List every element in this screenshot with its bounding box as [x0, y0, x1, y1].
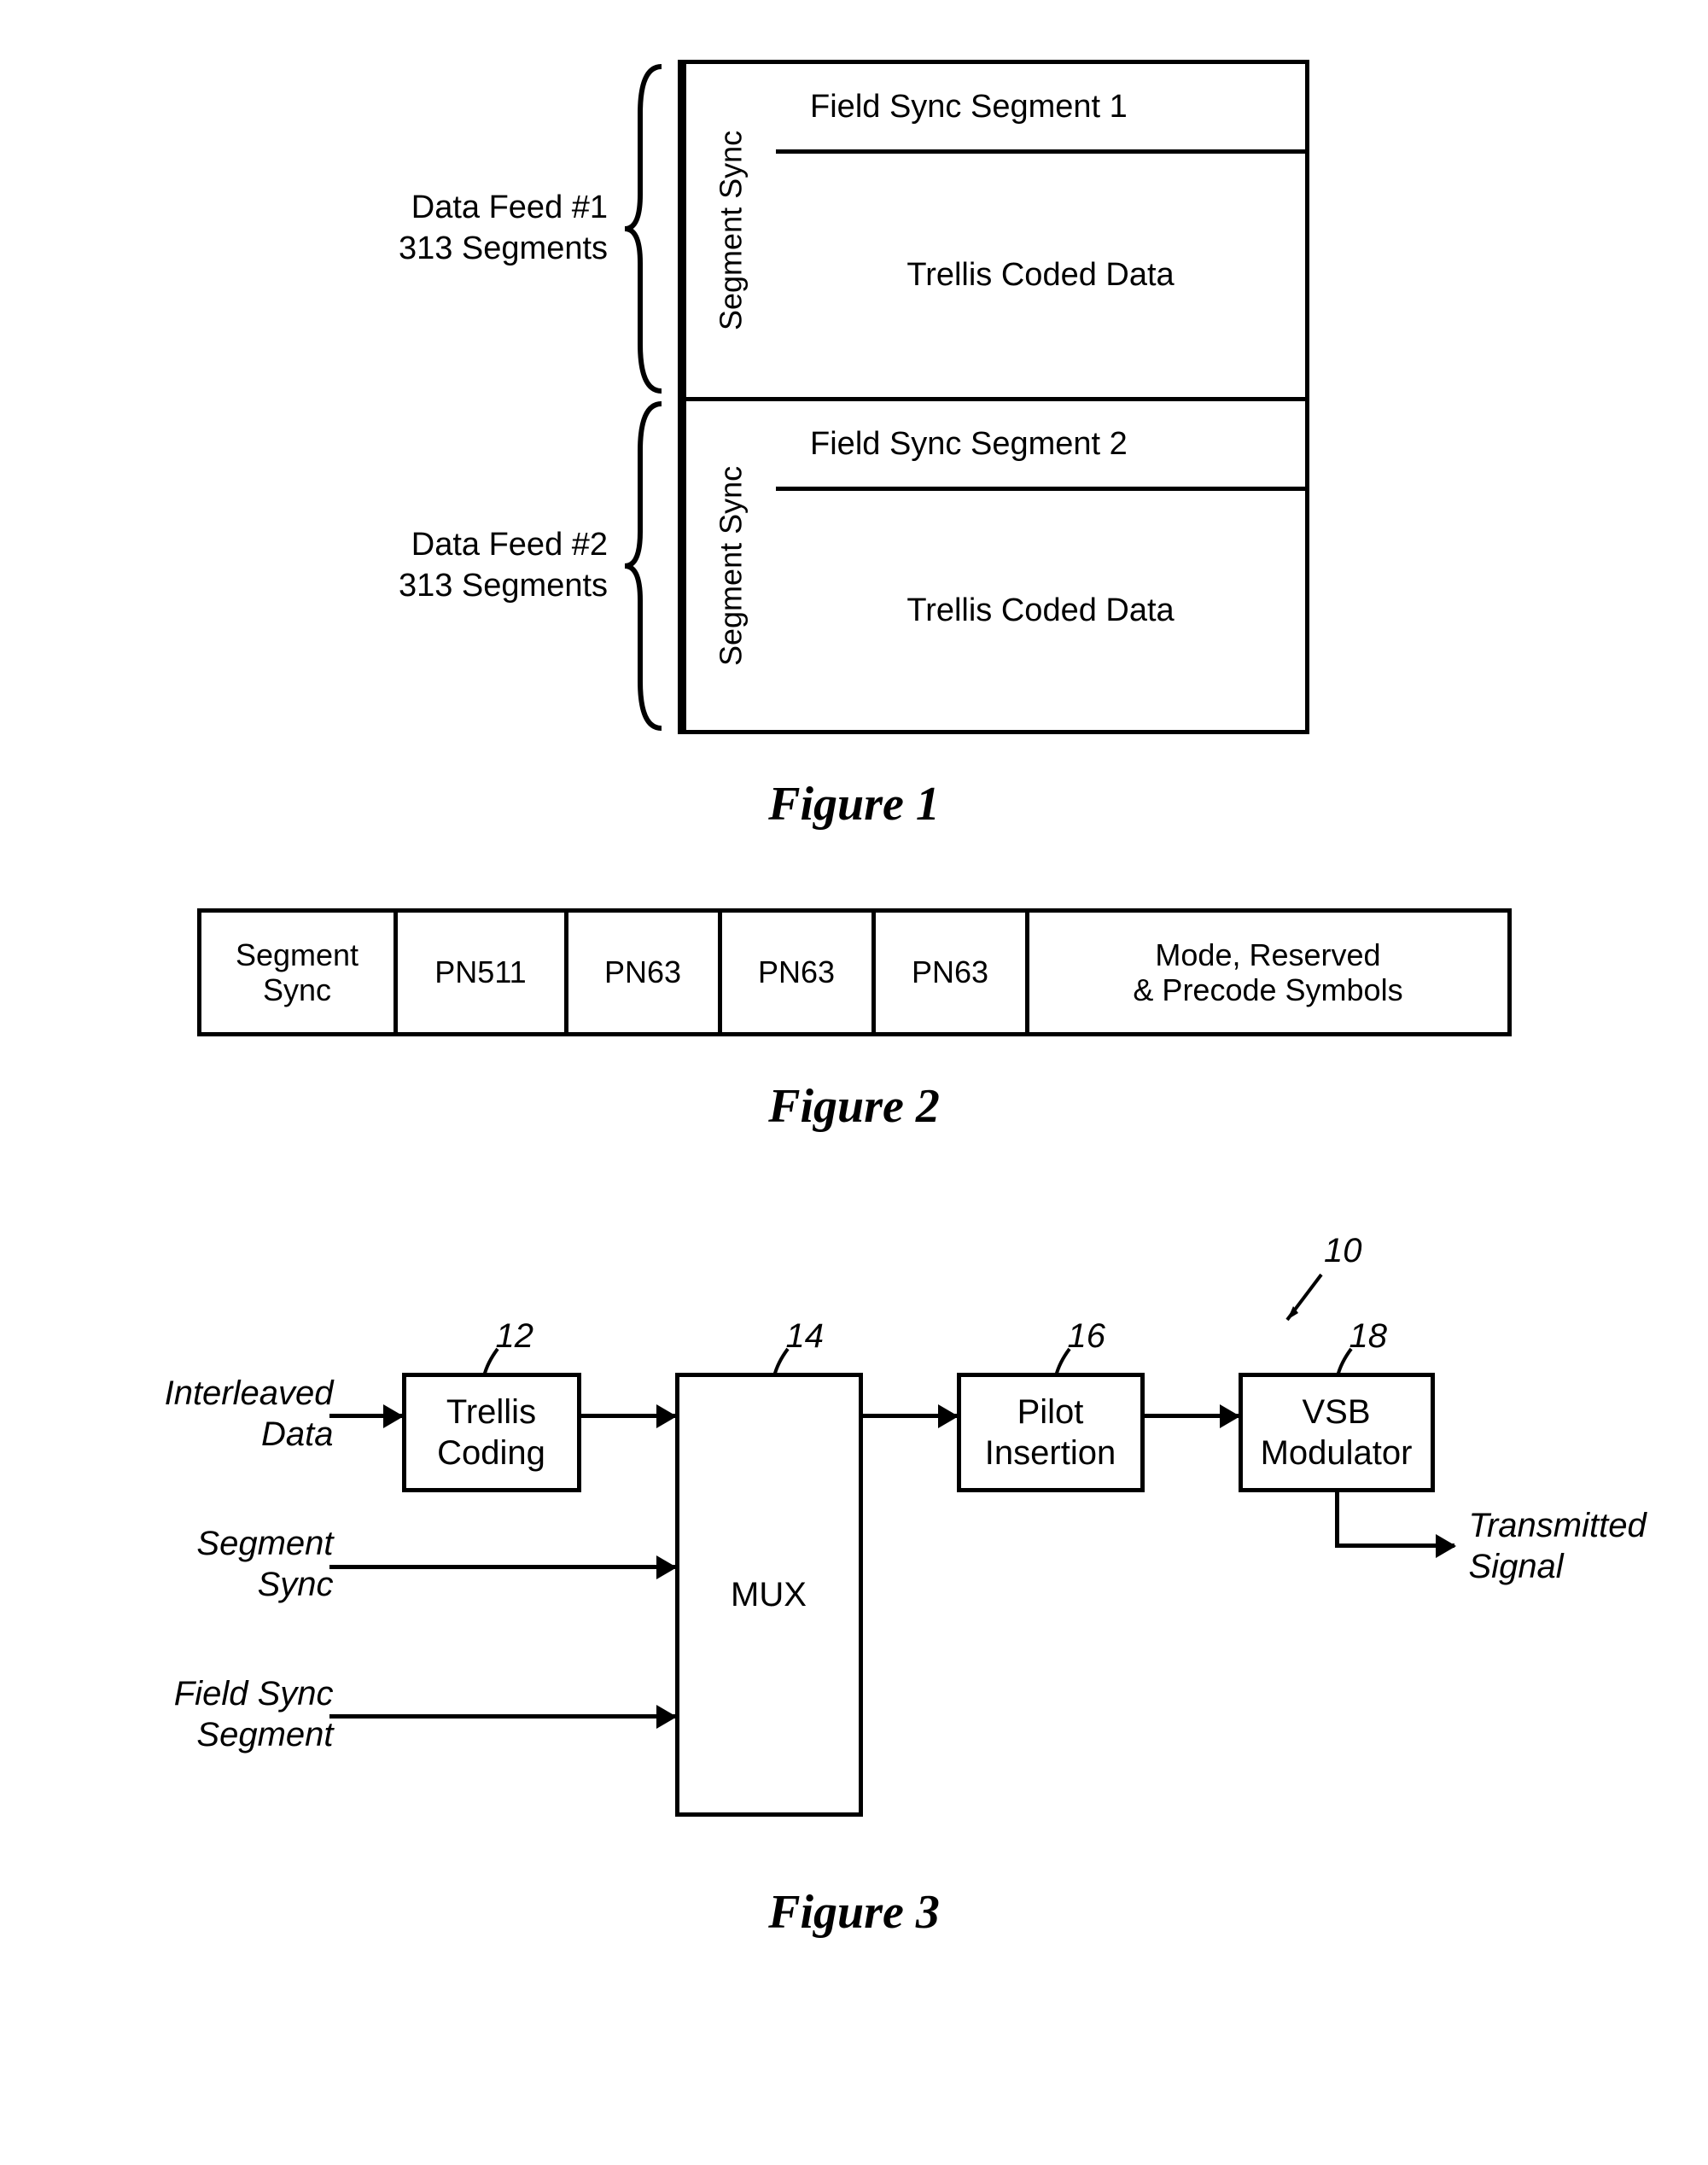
input-segment-sync: Segment Sync	[137, 1523, 334, 1605]
fig1-feed1-line1: Data Feed #1	[411, 190, 608, 225]
fig1-frame-table: Segment Sync Field Sync Segment 1 Trelli…	[678, 60, 1309, 734]
arrow-head-icon	[1220, 1404, 1240, 1428]
fig1-field-sync-2: Field Sync Segment 2	[776, 401, 1305, 491]
brace-icon	[623, 400, 666, 732]
ref-10: 10	[1324, 1232, 1362, 1270]
arrow-interleaved-to-trellis	[329, 1414, 402, 1418]
fig2-cell3: PN63	[722, 913, 876, 1032]
arrow-head-icon	[938, 1404, 959, 1428]
fig3-caption: Figure 3	[768, 1885, 940, 1940]
fig2-cell0-l2: Sync	[263, 972, 331, 1007]
input-interleaved-l2: Data	[261, 1415, 334, 1453]
fig2-cell5-l2: & Precode Symbols	[1133, 972, 1402, 1007]
fig1-trellis-1: Trellis Coded Data	[776, 154, 1305, 397]
input-field-l1: Field Sync	[174, 1675, 334, 1713]
arrow-vsb-output	[1335, 1544, 1454, 1548]
input-segment-l2: Sync	[258, 1566, 334, 1603]
output-l2: Signal	[1469, 1548, 1564, 1585]
fig1-feed2-line2: 313 Segments	[399, 568, 608, 604]
fig1-caption: Figure 1	[768, 777, 940, 832]
vsb-l1: VSB	[1302, 1393, 1370, 1431]
input-field-sync: Field Sync Segment	[137, 1673, 334, 1755]
arrow-head-icon	[656, 1404, 677, 1428]
pilot-l1: Pilot	[1017, 1393, 1084, 1431]
ref-10-arrow-icon	[1274, 1270, 1334, 1339]
arrow-head-icon	[656, 1555, 677, 1579]
arrow-field-to-mux	[329, 1714, 675, 1719]
arrow-head-icon	[383, 1404, 404, 1428]
figure-3: 10 12 14 16 18 Interleaved Data	[34, 1211, 1674, 2016]
fig2-cell0-l1: Segment	[236, 937, 359, 972]
fig1-feed2-label: Data Feed #2 313 Segments	[399, 400, 666, 732]
fig1-trellis-2: Trellis Coded Data	[776, 491, 1305, 730]
pilot-insertion-box: Pilot Insertion	[957, 1373, 1145, 1492]
output-l1: Transmitted	[1469, 1507, 1647, 1544]
fig2-cell1: PN511	[398, 913, 568, 1032]
arrow-head-icon	[656, 1705, 677, 1729]
trellis-coding-box: Trellis Coding	[402, 1373, 581, 1492]
arrow-trellis-to-mux	[581, 1414, 675, 1418]
output-label: Transmitted Signal	[1469, 1505, 1647, 1587]
fig1-feed1-label: Data Feed #1 313 Segments	[399, 62, 666, 395]
fig1-field-sync-1: Field Sync Segment 1	[776, 64, 1305, 154]
input-segment-l1: Segment	[196, 1525, 333, 1562]
vsb-output-down	[1335, 1492, 1339, 1544]
fig2-cell2: PN63	[568, 913, 722, 1032]
fig1-segment-sync-1: Segment Sync	[682, 64, 776, 397]
fig2-caption: Figure 2	[768, 1079, 940, 1134]
brace-icon	[623, 62, 666, 395]
trellis-l1: Trellis	[446, 1393, 536, 1431]
fig2-cell5-l1: Mode, Reserved	[1155, 937, 1380, 972]
mux-box: MUX	[675, 1373, 863, 1817]
arrow-mux-to-pilot	[863, 1414, 957, 1418]
arrow-segment-to-mux	[329, 1565, 675, 1569]
trellis-l2: Coding	[437, 1434, 545, 1472]
fig1-segment-sync-2: Segment Sync	[682, 401, 776, 730]
fig2-cell4: PN63	[876, 913, 1029, 1032]
input-interleaved: Interleaved Data	[137, 1373, 334, 1455]
vsb-l2: Modulator	[1261, 1434, 1413, 1472]
input-interleaved-l1: Interleaved	[165, 1374, 334, 1412]
arrow-pilot-to-vsb	[1145, 1414, 1239, 1418]
fig1-feed2-line1: Data Feed #2	[411, 527, 608, 563]
fig2-segment-table: Segment Sync PN511 PN63 PN63 PN63 Mode, …	[197, 908, 1512, 1036]
vsb-modulator-box: VSB Modulator	[1239, 1373, 1435, 1492]
figure-1: Data Feed #1 313 Segments Data Feed #2 3…	[34, 51, 1674, 908]
input-field-l2: Segment	[196, 1716, 333, 1754]
fig1-feed1-line2: 313 Segments	[399, 231, 608, 266]
pilot-l2: Insertion	[985, 1434, 1116, 1472]
figure-2: Segment Sync PN511 PN63 PN63 PN63 Mode, …	[34, 908, 1674, 1211]
arrow-head-icon	[1436, 1534, 1456, 1558]
